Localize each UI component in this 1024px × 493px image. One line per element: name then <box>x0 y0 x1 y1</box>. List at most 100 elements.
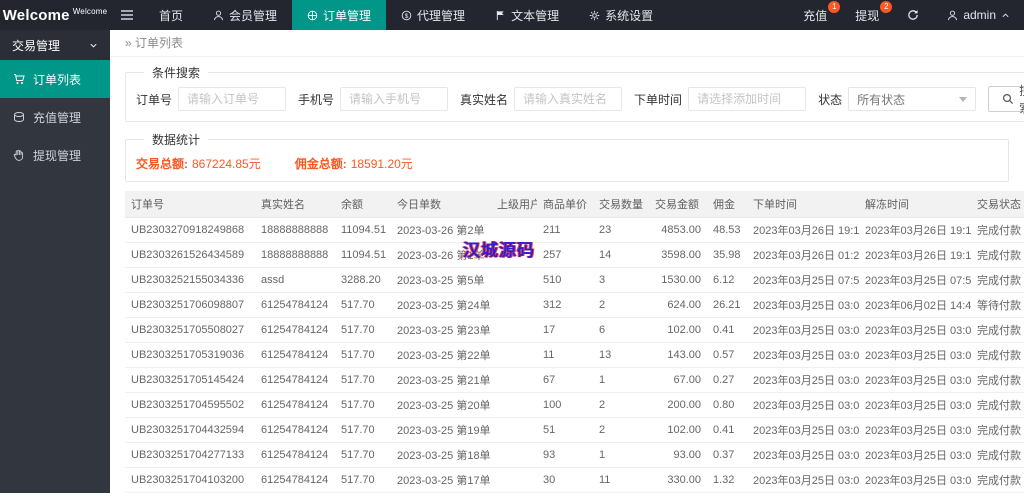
cell-amount: 3598.00 <box>649 242 707 268</box>
order-no-label: 订单号 <box>136 92 173 107</box>
cell-today-orders: 2023-03-25 第5单 <box>391 267 491 293</box>
search-panel-legend: 条件搜索 <box>152 66 201 80</box>
cell-order-time: 2023年03月25日 03:04:43 <box>747 417 859 443</box>
cell-parent-user <box>491 267 537 293</box>
main-area: » 订单列表 条件搜索 订单号 手机号真实姓名下单时间 状态 所有状态 <box>110 30 1024 493</box>
admin-username: admin <box>963 8 996 22</box>
sidebar-item-recharge-management[interactable]: 充值管理 <box>0 98 110 136</box>
cell-parent-user <box>491 342 537 368</box>
cell-status: 完成付款 <box>971 467 1024 493</box>
cell-unfreeze-time: 2023年03月25日 03:05:21 <box>859 367 971 393</box>
cell-parent-user <box>491 442 537 468</box>
order-time-input[interactable] <box>688 87 807 111</box>
cell-parent-user <box>491 242 537 268</box>
user-icon <box>947 10 958 21</box>
status-select[interactable]: 所有状态 <box>848 87 977 111</box>
cell-balance: 517.70 <box>335 342 391 368</box>
table-row: UB2303251704277133 61254784124 517.70 2023-… <box>125 442 1024 468</box>
breadcrumb: » 订单列表 <box>110 30 1024 57</box>
nav-item-agents[interactable]: $ 代理管理 <box>386 0 480 30</box>
cell-unit-price: 100 <box>537 392 593 418</box>
table-row: UB2303251705508027 61254784124 517.70 2023-… <box>125 317 1024 343</box>
cell-today-orders: 2023-03-25 第19单 <box>391 417 491 443</box>
gear-icon <box>589 10 600 21</box>
sidebar: 交易管理 订单列表充值管理提现管理 <box>0 30 110 493</box>
nav-item-texts[interactable]: 文本管理 <box>480 0 574 30</box>
sidebar-item-label: 提现管理 <box>33 148 82 163</box>
cell-real-name: 61254784124 <box>255 317 335 343</box>
phone-input[interactable] <box>340 87 449 111</box>
table-header-row: 订单号 真实姓名 余额 今日单数 上级用户 商品单价 交易数量 交易金额 佣金 下单时间 解冻时间交… <box>125 191 1024 218</box>
nav-item-members[interactable]: 会员管理 <box>198 0 292 30</box>
cell-amount: 102.00 <box>649 417 707 443</box>
nav-item-label: 首页 <box>159 8 184 23</box>
cell-unfreeze-time: 2023年03月25日 03:04:33 <box>859 442 971 468</box>
field-phone: 手机号 <box>298 87 449 111</box>
search-panel: 条件搜索 订单号 手机号 真实姓名 下单时间 状态 所有状态 搜 索 <box>125 64 1024 122</box>
cell-unfreeze-time: 2023年03月25日 03:05:05 <box>859 392 971 418</box>
cell-order-time: 2023年03月25日 03:04:10 <box>747 467 859 493</box>
table-row: UB2303251704595502 61254784124 517.70 2023-… <box>125 392 1024 418</box>
column-header: 今日单数 <box>391 191 491 218</box>
cell-balance: 517.70 <box>335 367 391 393</box>
cell-real-name: assd <box>255 267 335 293</box>
nav-item-home[interactable]: 首页 <box>144 0 198 30</box>
column-header: 下单时间 <box>747 191 859 218</box>
sidebar-group-label: 交易管理 <box>12 38 61 53</box>
cell-quantity: 6 <box>593 317 649 343</box>
recharge-label: 充值 <box>803 8 828 23</box>
cell-unit-price: 257 <box>537 242 593 268</box>
cell-order-no: UB2303251704277133 <box>125 442 255 468</box>
status-selected-value: 所有状态 <box>857 92 906 107</box>
cell-order-no: UB2303251704595502 <box>125 392 255 418</box>
recharge-badge: 1 <box>828 1 841 13</box>
sidebar-toggle[interactable] <box>110 0 144 30</box>
cell-unfreeze-time: 2023年03月25日 07:55:16 <box>859 267 971 293</box>
coin-icon <box>13 111 25 123</box>
field-order-no: 订单号 <box>136 87 287 111</box>
cell-balance: 517.70 <box>335 442 391 468</box>
cell-status: 完成付款 <box>971 217 1024 243</box>
cell-order-no: UB2303252155034336 <box>125 267 255 293</box>
sidebar-group-trade[interactable]: 交易管理 <box>0 30 110 60</box>
cell-amount: 93.00 <box>649 442 707 468</box>
cell-unit-price: 312 <box>537 292 593 318</box>
cell-unfreeze-time: 2023年03月25日 03:04:17 <box>859 467 971 493</box>
top-navbar: Welcome Welcome 首页 会员管理 订单管理 $ 代理管理 文本管理 系统设置 … <box>0 0 1024 30</box>
cell-unit-price: 51 <box>537 417 593 443</box>
cell-balance: 517.70 <box>335 392 391 418</box>
order-no-input[interactable] <box>178 87 287 111</box>
sidebar-item-withdraw-management[interactable]: 提现管理 <box>0 136 110 174</box>
status-field: 状态 所有状态 <box>818 87 977 111</box>
cell-today-orders: 2023-03-25 第20单 <box>391 392 491 418</box>
cell-amount: 624.00 <box>649 292 707 318</box>
sidebar-item-label: 充值管理 <box>33 110 82 125</box>
sidebar-item-order-list[interactable]: 订单列表 <box>0 60 110 98</box>
cell-today-orders: 2023-03-26 第1单 <box>391 242 491 268</box>
search-button[interactable]: 搜 索 <box>988 84 1024 115</box>
table-row: UB2303261526434589 18888888888 11094.51 202… <box>125 242 1024 268</box>
status-label: 状态 <box>818 92 843 107</box>
nav-item-orders[interactable]: 订单管理 <box>292 0 387 30</box>
cell-commission: 35.98 <box>707 242 747 268</box>
cell-balance: 3288.20 <box>335 267 391 293</box>
stat-transaction-total: 交易总额: 867224.85元 <box>136 155 261 172</box>
real-name-input[interactable] <box>514 87 623 111</box>
cell-order-time: 2023年03月25日 03:05:14 <box>747 367 859 393</box>
column-header: 解冻时间 <box>859 191 971 218</box>
field-real-name: 真实姓名 <box>460 87 623 111</box>
caret-down-icon <box>959 96 968 102</box>
app-logo: Welcome Welcome <box>0 0 110 30</box>
nav-item-settings[interactable]: 系统设置 <box>574 0 668 30</box>
table-row: UB2303251705145424 61254784124 517.70 2023-… <box>125 367 1024 393</box>
stat-transaction-total-label: 交易总额: <box>136 157 188 171</box>
column-header: 佣金 <box>707 191 747 218</box>
column-header: 上级用户 <box>491 191 537 218</box>
nav-item-recharge[interactable]: 充值 1 <box>789 0 841 30</box>
flag-icon <box>495 10 506 21</box>
nav-item-withdraw[interactable]: 提现 2 <box>841 0 893 30</box>
column-header: 商品单价 <box>537 191 593 218</box>
admin-dropdown[interactable]: admin <box>933 0 1024 30</box>
refresh-page-button[interactable] <box>893 0 933 30</box>
cell-amount: 102.00 <box>649 317 707 343</box>
